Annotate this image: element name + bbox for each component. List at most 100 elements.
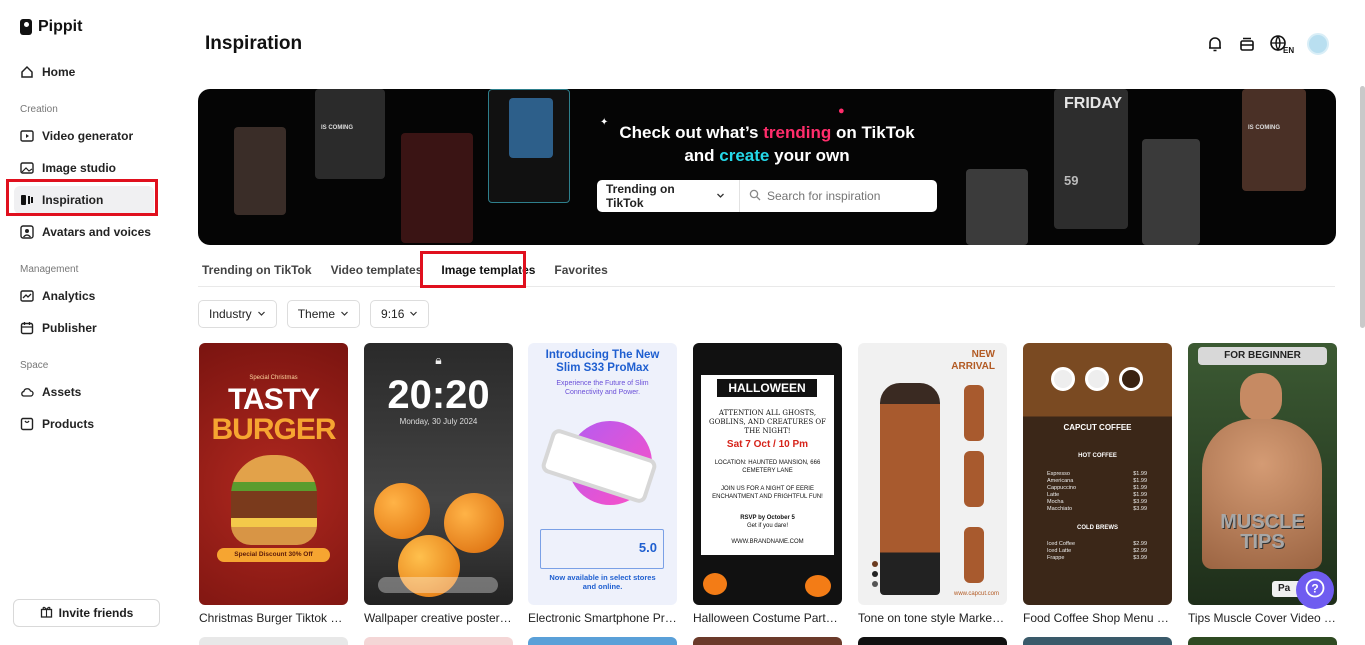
- sidebar-item-video-generator[interactable]: Video generator: [14, 122, 154, 150]
- spec-box: 5.0: [540, 529, 664, 569]
- bell-icon[interactable]: [1205, 34, 1225, 54]
- sidebar-item-assets[interactable]: Assets: [14, 378, 154, 406]
- language-globe-icon[interactable]: EN: [1269, 34, 1295, 54]
- sidebar-item-publisher[interactable]: Publisher: [14, 314, 154, 342]
- thumb-text: Get if you dare!: [746, 523, 789, 529]
- template-card[interactable]: CAPCUT COFFEE HOT COFFEE Espresso $1.99 Am…: [1023, 343, 1172, 625]
- thumb-text: Special Christmas: [249, 375, 298, 381]
- template-thumbnail: Special Christmas TASTY BURGER Special D…: [199, 343, 348, 605]
- slider-bar: [378, 577, 498, 593]
- template-card[interactable]: Introducing The New Slim S33 ProMax Expe…: [528, 343, 677, 625]
- template-thumbnail: FOR BEGINNER MUSCLE TIPS Pa: [1188, 343, 1337, 605]
- sidebar-item-label: Publisher: [42, 321, 97, 335]
- menu-row: Cappuccino $1.99: [1047, 485, 1147, 492]
- sidebar-item-inspiration[interactable]: Inspiration: [14, 186, 154, 214]
- template-card-peek[interactable]: [693, 637, 842, 645]
- inspiration-icon: [20, 193, 34, 207]
- sidebar-item-label: Products: [42, 417, 95, 431]
- filter-label: Theme: [297, 307, 336, 321]
- sidebar-item-label: Assets: [42, 385, 82, 399]
- thumb-text: ARRIVAL: [951, 361, 995, 372]
- headline-highlight: trending: [763, 123, 832, 142]
- sidebar-item-label: Image studio: [42, 161, 117, 175]
- search-category-select[interactable]: Trending on TikTok: [597, 180, 740, 212]
- template-title: Tone on tone style Marketi...: [858, 611, 1007, 625]
- sidebar: Pippit Home Creation Video generator Ima…: [0, 0, 175, 641]
- tab-video-templates[interactable]: Video templates: [321, 255, 432, 286]
- invite-friends-button[interactable]: Invite friends: [13, 599, 160, 627]
- template-thumbnail: NEW ARRIVAL www.capcut.com: [858, 343, 1007, 605]
- template-card-peek[interactable]: [858, 637, 1007, 645]
- coffee-cup-icon: [1051, 367, 1075, 391]
- menu-item-name: Latte: [1047, 492, 1060, 498]
- aspect-ratio-filter[interactable]: 9:16: [370, 300, 430, 328]
- cold-brew-list: Iced Coffee $2.99 Iced Latte $2.99 Frappe $3.…: [1047, 541, 1147, 562]
- template-card-peek[interactable]: [1023, 637, 1172, 645]
- sidebar-item-products[interactable]: Products: [14, 410, 154, 438]
- sidebar-item-label: Video generator: [42, 129, 134, 143]
- rating-score: 5.0: [638, 540, 657, 555]
- sidebar-item-avatars-and-voices[interactable]: Avatars and voices: [14, 218, 154, 246]
- thumb-text: Introducing The New Slim S33 ProMax: [545, 349, 660, 374]
- orange-image: [444, 493, 504, 553]
- menu-item-name: Americana: [1047, 478, 1074, 484]
- template-card-peek[interactable]: [199, 637, 348, 645]
- template-card[interactable]: 🔒︎ 20:20 Monday, 30 July 2024 Wallpaper …: [364, 343, 513, 625]
- user-avatar[interactable]: [1307, 33, 1329, 55]
- avatar-icon: [20, 225, 34, 239]
- thumb-text: JOIN US FOR A NIGHT OF EERIE ENCHANTMENT…: [712, 486, 823, 500]
- chevron-down-icon: [340, 307, 349, 321]
- template-card-peek[interactable]: [528, 637, 677, 645]
- filter-bar: Industry Theme 9:16: [198, 300, 430, 328]
- cloud-icon: [20, 385, 34, 399]
- person-head: [1240, 373, 1282, 421]
- thumb-text: Sat 7 Oct / 10 Pm: [726, 439, 809, 450]
- model-thumb: [964, 451, 984, 507]
- theme-filter[interactable]: Theme: [286, 300, 361, 328]
- section-label-creation: Creation: [20, 104, 58, 115]
- video-generator-icon: [20, 129, 34, 143]
- template-title: Christmas Burger Tiktok Po...: [199, 611, 348, 625]
- tab-trending-on-tiktok[interactable]: Trending on TikTok: [198, 255, 321, 286]
- menu-row: Macchiato $3.99: [1047, 506, 1147, 513]
- template-tabs: Trending on TikTok Video templates Image…: [198, 255, 1335, 287]
- template-title: Wallpaper creative poster I...: [364, 611, 513, 625]
- page-scrollbar[interactable]: [1360, 86, 1365, 328]
- template-card[interactable]: HALLOWEEN ATTENTION ALL GHOSTS, GOBLINS,…: [693, 343, 842, 625]
- template-thumbnail: 🔒︎ 20:20 Monday, 30 July 2024: [364, 343, 513, 605]
- inbox-icon[interactable]: [1237, 34, 1257, 54]
- invite-friends-label: Invite friends: [58, 606, 134, 620]
- template-card[interactable]: NEW ARRIVAL www.capcut.com Tone on tone …: [858, 343, 1007, 625]
- sidebar-item-image-studio[interactable]: Image studio: [14, 154, 154, 182]
- tab-favorites[interactable]: Favorites: [544, 255, 616, 286]
- sidebar-item-analytics[interactable]: Analytics: [14, 282, 154, 310]
- section-label-space: Space: [20, 360, 49, 371]
- search-input[interactable]: [767, 189, 937, 203]
- tab-image-templates[interactable]: Image templates: [431, 255, 544, 286]
- sidebar-item-home[interactable]: Home: [14, 58, 154, 86]
- menu-row: Iced Coffee $2.99: [1047, 541, 1147, 548]
- template-card-peek[interactable]: [364, 637, 513, 645]
- app-name: Pippit: [38, 18, 83, 35]
- help-button[interactable]: ?: [1296, 571, 1334, 609]
- coffee-cup-icon: [1119, 367, 1143, 391]
- menu-item-price: $1.99: [1133, 485, 1147, 491]
- thumb-text: WWW.BRANDNAME.COM: [731, 539, 804, 545]
- headline-text: on TikTok: [831, 123, 915, 142]
- thumb-text: TASTY: [227, 383, 320, 416]
- template-card[interactable]: Special Christmas TASTY BURGER Special D…: [199, 343, 348, 625]
- app-logo[interactable]: Pippit: [20, 18, 82, 36]
- headline-text: your own: [769, 146, 850, 165]
- discount-badge: Special Discount 30% Off: [217, 548, 330, 562]
- search-category-label: Trending on TikTok: [606, 182, 675, 210]
- image-studio-icon: [20, 161, 34, 175]
- orange-image: [374, 483, 430, 539]
- header-actions: EN: [1205, 33, 1329, 55]
- thumb-text: FOR BEGINNER: [1198, 347, 1327, 365]
- thumb-text: HOT COFFEE: [1078, 453, 1117, 459]
- menu-row: Iced Latte $2.99: [1047, 548, 1147, 555]
- menu-item-name: Mocha: [1047, 499, 1064, 505]
- template-card-peek[interactable]: [1188, 637, 1337, 645]
- industry-filter[interactable]: Industry: [198, 300, 277, 328]
- pumpkin-icon: [805, 575, 831, 597]
